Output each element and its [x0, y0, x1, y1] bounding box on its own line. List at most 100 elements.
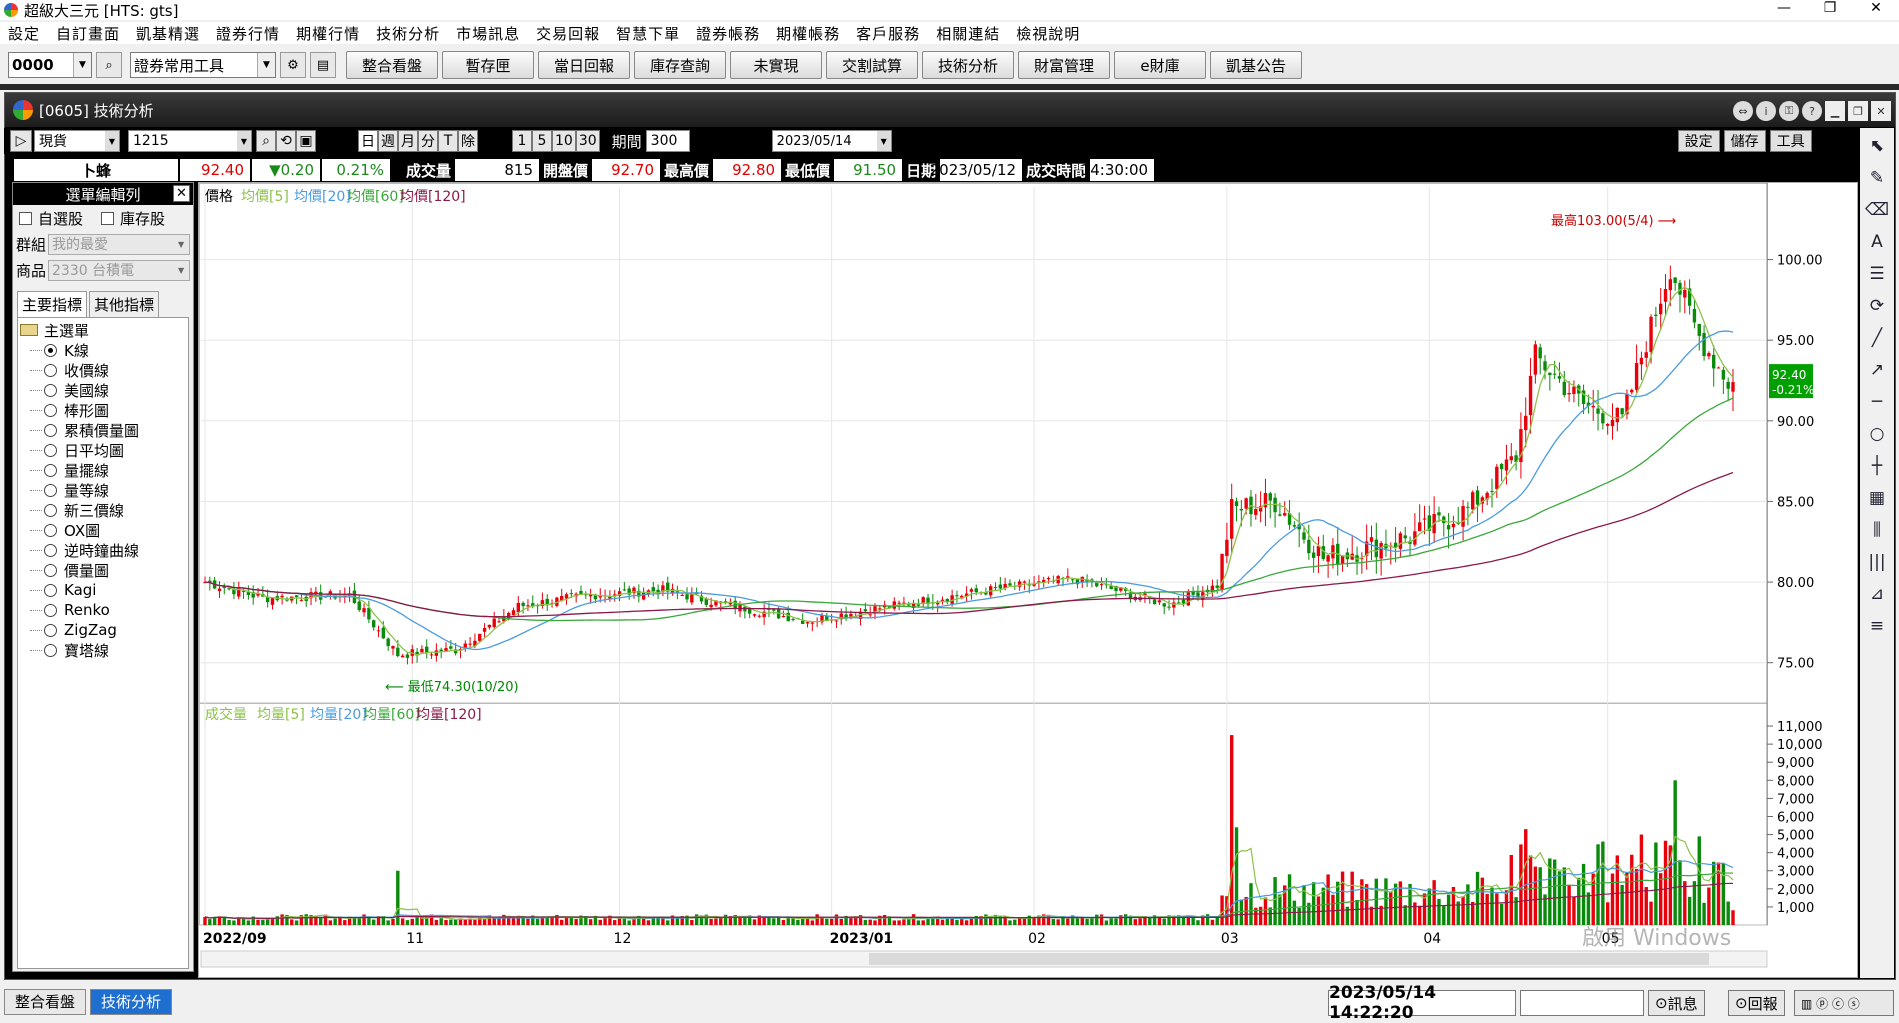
toolbar-button-daily-report[interactable]: 當日回報	[538, 51, 630, 79]
draw-tool-icon[interactable]: ⌫	[1864, 196, 1890, 224]
period-1-button[interactable]: 1	[512, 130, 532, 152]
period-tick-button[interactable]: T	[438, 130, 458, 152]
period-10-button[interactable]: 10	[552, 130, 576, 152]
holdings-checkbox[interactable]	[101, 211, 115, 225]
menu-item[interactable]: 市場訊息	[448, 23, 528, 44]
indicator-item[interactable]: 日平均圖	[18, 440, 188, 460]
radio-button[interactable]	[44, 483, 57, 497]
tools-button[interactable]: 工具	[1769, 130, 1812, 152]
tab-other-indicators[interactable]: 其他指標	[89, 291, 160, 317]
toolbar-button-settlement[interactable]: 交割試算	[826, 51, 918, 79]
draw-tool-icon[interactable]: ✎	[1864, 164, 1890, 192]
search-icon[interactable]: ⌕	[96, 52, 122, 78]
close-window-button[interactable]: ✕	[1871, 101, 1891, 121]
indicator-item[interactable]: 寶塔線	[18, 640, 188, 660]
indicator-item[interactable]: 新三價線	[18, 500, 188, 520]
toolbar-button-wealth[interactable]: 財富管理	[1018, 51, 1110, 79]
radio-button[interactable]	[44, 383, 57, 397]
indicator-item[interactable]: 價量圖	[18, 560, 188, 580]
period-month-button[interactable]: 月	[398, 130, 418, 152]
taskbar-tab-technical[interactable]: 技術分析	[90, 988, 173, 1015]
radio-button[interactable]	[44, 583, 57, 597]
draw-tool-icon[interactable]: |||	[1864, 548, 1890, 576]
draw-tool-icon[interactable]: ┼	[1864, 452, 1890, 480]
menu-item[interactable]: 技術分析	[368, 23, 448, 44]
toolbar-button-technical[interactable]: 技術分析	[922, 51, 1014, 79]
radio-button[interactable]	[44, 443, 57, 457]
menu-item[interactable]: 檢視說明	[1008, 23, 1088, 44]
help-icon[interactable]: ?	[1802, 101, 1822, 121]
radio-button[interactable]	[44, 503, 57, 517]
period-input[interactable]: 300	[645, 130, 690, 152]
menu-item[interactable]: 設定	[0, 23, 48, 44]
radio-button[interactable]	[44, 623, 57, 637]
draw-tool-icon[interactable]: ↗	[1864, 356, 1890, 384]
toolbar-button-clipboard[interactable]: 暫存匣	[442, 51, 534, 79]
watchlist-checkbox[interactable]	[19, 211, 32, 225]
info-icon[interactable]: i	[1756, 101, 1776, 121]
refresh-icon[interactable]: ⟲	[276, 130, 296, 152]
restore-button[interactable]: ❐	[1807, 0, 1853, 16]
lock-icon[interactable]: ⚿	[1779, 101, 1799, 121]
period-exright-button[interactable]: 除	[458, 130, 478, 152]
indicator-item[interactable]: 量等線	[18, 480, 188, 500]
indicator-item[interactable]: Kagi	[18, 580, 188, 600]
menu-item[interactable]: 證券帳務	[688, 23, 768, 44]
radio-button[interactable]	[44, 523, 57, 537]
toolbar-button-overview[interactable]: 整合看盤	[346, 51, 438, 79]
radio-button[interactable]	[44, 343, 57, 357]
chart-svg[interactable]: 100.00 95.00 90.00 85.00 80.00 75.00 11,000 10,…	[199, 183, 1859, 979]
period-5-button[interactable]: 5	[532, 130, 552, 152]
menu-item[interactable]: 證券行情	[208, 23, 288, 44]
taskbar-tab-overview[interactable]: 整合看盤	[4, 988, 87, 1015]
radio-button[interactable]	[44, 563, 57, 577]
indicator-item[interactable]: 量擺線	[18, 460, 188, 480]
minimize-button[interactable]: —	[1761, 0, 1807, 16]
draw-tool-icon[interactable]: ╱	[1864, 324, 1890, 352]
gear-icon[interactable]: ⚙	[280, 52, 306, 78]
date-select[interactable]: 2023/05/14 ▼	[771, 130, 892, 152]
indicator-item[interactable]: 收價線	[18, 360, 188, 380]
report-button[interactable]: ⊙ 回報	[1728, 990, 1785, 1016]
radio-button[interactable]	[44, 603, 57, 617]
play-icon[interactable]: ▷	[10, 130, 32, 152]
indicator-item[interactable]: OX圖	[18, 520, 188, 540]
symbol-select[interactable]: 1215 ▼	[128, 130, 252, 152]
toolbar-button-announcement[interactable]: 凱基公告	[1210, 51, 1302, 79]
close-icon[interactable]: ✕	[173, 185, 190, 202]
tool-group-select[interactable]: 證券常用工具 ▼	[130, 52, 276, 78]
settings-button[interactable]: 設定	[1677, 130, 1720, 152]
save-button[interactable]: 儲存	[1723, 130, 1766, 152]
indicator-item[interactable]: 美國線	[18, 380, 188, 400]
indicator-item[interactable]: K線	[18, 340, 188, 360]
draw-tool-icon[interactable]: A	[1864, 228, 1890, 256]
minimize-window-button[interactable]: ▁	[1825, 101, 1845, 121]
maximize-window-button[interactable]: ❐	[1848, 101, 1868, 121]
tree-root[interactable]: 主選單	[18, 320, 188, 340]
window-layout-icon[interactable]: ▣	[296, 130, 316, 152]
tab-main-indicators[interactable]: 主要指標	[17, 291, 88, 317]
market-select[interactable]: 現貨 ▼	[34, 130, 120, 152]
menu-item[interactable]: 客戶服務	[848, 23, 928, 44]
draw-tool-icon[interactable]: ▦	[1864, 484, 1890, 512]
message-button[interactable]: ⊙ 訊息	[1648, 990, 1705, 1016]
group-select[interactable]: 我的最愛 ▼	[48, 233, 191, 255]
radio-button[interactable]	[44, 463, 57, 477]
toolbar-button-ewealth[interactable]: e財庫	[1114, 51, 1206, 79]
draw-tool-icon[interactable]: ○	[1864, 420, 1890, 448]
draw-tool-icon[interactable]: ─	[1864, 388, 1890, 416]
account-code-select[interactable]: 0000 ▼	[8, 52, 92, 78]
period-day-button[interactable]: 日	[358, 130, 378, 152]
window-edit-icon[interactable]: ▤	[310, 52, 336, 78]
period-30-button[interactable]: 30	[575, 130, 600, 152]
period-week-button[interactable]: 週	[378, 130, 398, 152]
radio-button[interactable]	[44, 403, 57, 417]
draw-tool-icon[interactable]: ⟳	[1864, 292, 1890, 320]
status-icons[interactable]: ▥ ⓟ ⓒ ⓢ	[1794, 990, 1894, 1016]
draw-tool-icon[interactable]: ≡	[1864, 612, 1890, 640]
draw-tool-icon[interactable]: ⬉	[1864, 132, 1890, 160]
radio-button[interactable]	[44, 363, 57, 377]
indicator-item[interactable]: 累積價量圖	[18, 420, 188, 440]
indicator-item[interactable]: Renko	[18, 600, 188, 620]
draw-tool-icon[interactable]: ⫼	[1864, 516, 1890, 544]
